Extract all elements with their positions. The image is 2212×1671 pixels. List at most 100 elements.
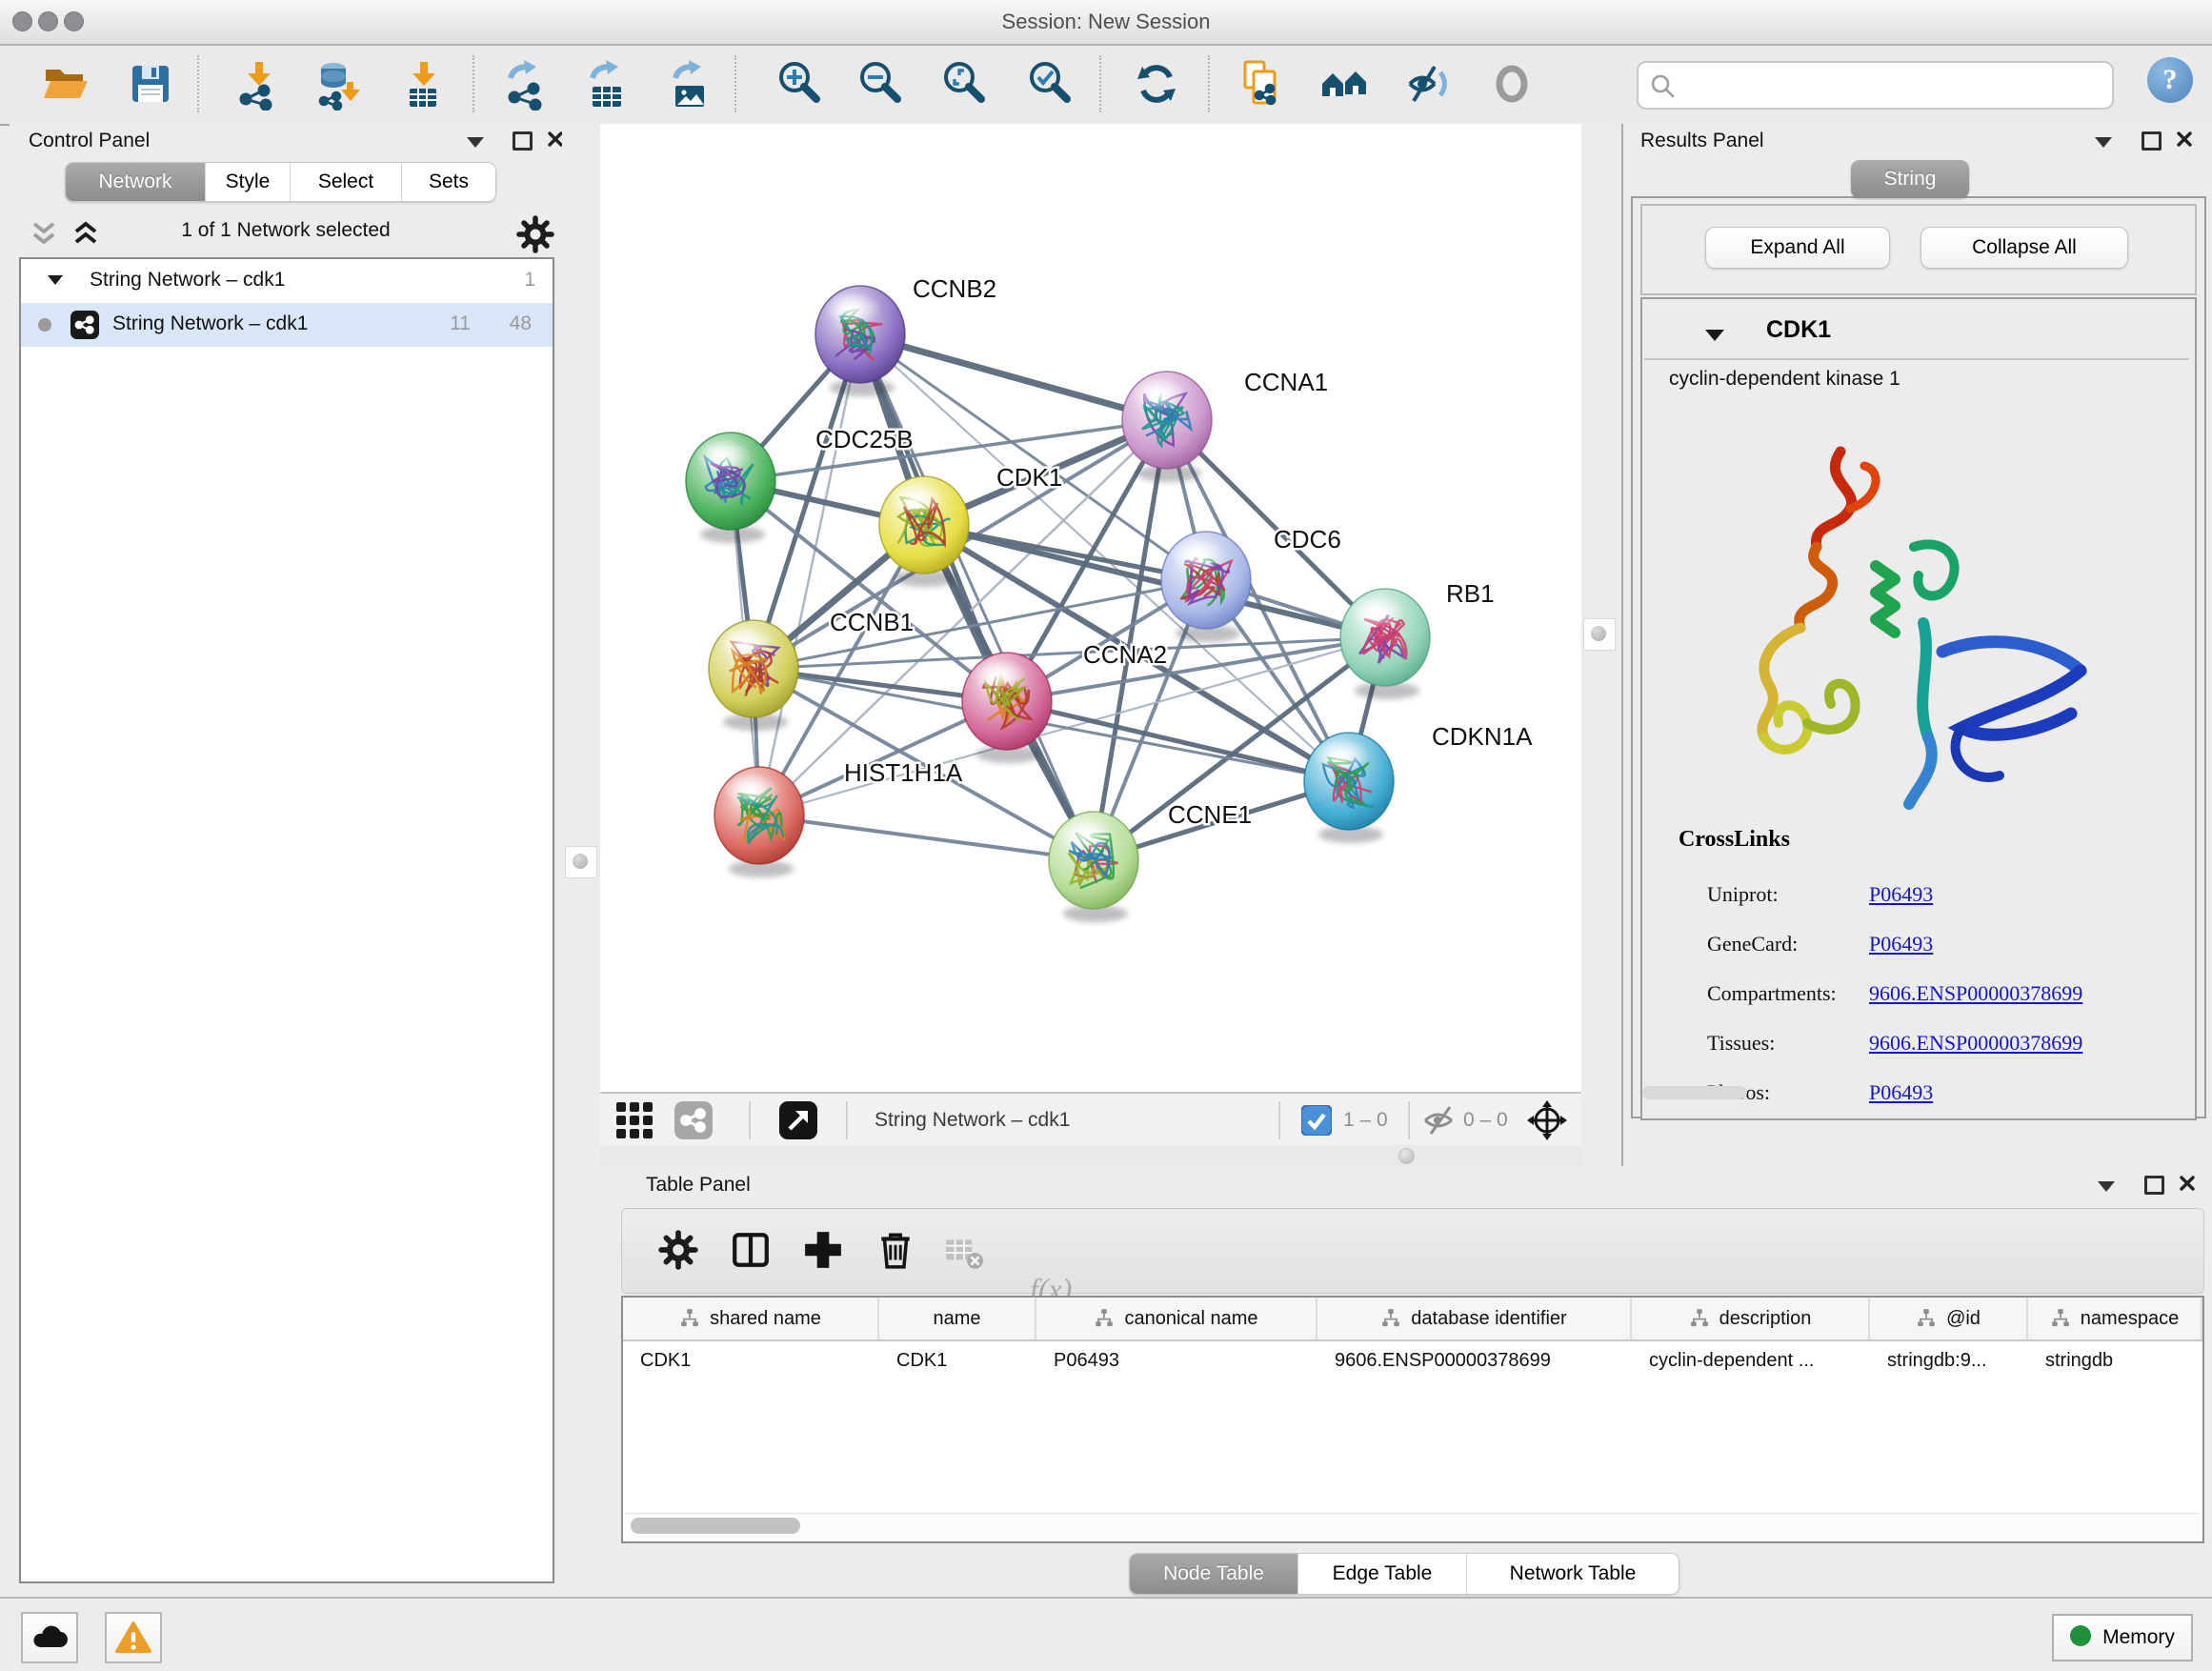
cloud-status-button[interactable]: [21, 1612, 78, 1663]
column-header-name[interactable]: name: [879, 1298, 1036, 1339]
float-panel-icon[interactable]: [2142, 131, 2162, 151]
delete-column-button[interactable]: [875, 1230, 915, 1270]
create-column-button[interactable]: [803, 1230, 843, 1270]
zoom-selected-button[interactable]: [1025, 57, 1078, 111]
horizontal-splitter[interactable]: [600, 1145, 1581, 1166]
export-image-icon: [664, 57, 717, 111]
gear-icon[interactable]: [516, 215, 554, 253]
export-network-button[interactable]: [499, 57, 553, 111]
crosslink-link[interactable]: 9606.ENSP00000378699: [1869, 1031, 2082, 1056]
network-node-CCNB1[interactable]: [709, 620, 798, 731]
section-title[interactable]: CDK1: [1766, 316, 1831, 344]
table-panel-title: Table Panel: [646, 1174, 751, 1197]
crosslink-row: Uniprot:P06493: [1623, 882, 2176, 920]
column-header--id[interactable]: @id: [1870, 1298, 2028, 1339]
network-edge[interactable]: [759, 334, 860, 815]
export-table-button[interactable]: [581, 57, 634, 111]
float-panel-icon[interactable]: [2144, 1176, 2164, 1195]
network-node-CDKN1A[interactable]: [1304, 733, 1394, 843]
column-header-database-identifier[interactable]: database identifier: [1317, 1298, 1632, 1339]
first-neighbors-button[interactable]: [1318, 57, 1372, 111]
table-settings-button[interactable]: [658, 1230, 698, 1270]
tab-node-table[interactable]: Node Table: [1130, 1554, 1298, 1594]
expand-caret-icon[interactable]: [48, 275, 63, 285]
network-graph[interactable]: CCNB2CCNA1CDC25BCDK1CDC6RB1CCNB1CCNA2CDK…: [600, 124, 1581, 1092]
close-panel-icon[interactable]: [2179, 1175, 2196, 1192]
left-splitter[interactable]: [562, 124, 600, 1583]
float-panel-icon[interactable]: [513, 131, 533, 151]
hidden-eye-icon[interactable]: [1421, 1105, 1458, 1136]
crosslink-row: GeneCard:P06493: [1623, 932, 2176, 970]
column-header-canonical-name[interactable]: canonical name: [1036, 1298, 1317, 1339]
scrollbar-thumb[interactable]: [631, 1518, 800, 1534]
crosslink-link[interactable]: P06493: [1869, 882, 1933, 907]
left-splitter-handle[interactable]: [565, 846, 597, 878]
network-node-CCNE1[interactable]: [1049, 812, 1138, 922]
network-node-CDC25B[interactable]: [686, 433, 775, 543]
network-overview-button[interactable]: [674, 1101, 713, 1139]
tab-network[interactable]: Network: [66, 163, 206, 201]
zoom-in-button[interactable]: [774, 57, 828, 111]
warnings-button[interactable]: [105, 1612, 162, 1663]
right-splitter-handle[interactable]: [1583, 618, 1616, 651]
grid-view-button[interactable]: [615, 1101, 654, 1139]
panel-menu-caret-icon[interactable]: [2095, 137, 2112, 148]
node-label-CDKN1A: CDKN1A: [1432, 722, 1533, 751]
detach-view-button[interactable]: [779, 1101, 817, 1139]
open-session-button[interactable]: [38, 57, 91, 111]
network-canvas[interactable]: CCNB2CCNA1CDC25BCDK1CDC6RB1CCNB1CCNA2CDK…: [600, 124, 1581, 1092]
tab-string[interactable]: String: [1851, 160, 1969, 198]
collapse-all-button[interactable]: Collapse All: [1920, 227, 2128, 269]
refresh-view-button[interactable]: [1130, 57, 1183, 111]
import-network-file-button[interactable]: [232, 57, 286, 111]
panel-menu-caret-icon[interactable]: [2098, 1181, 2115, 1192]
column-header-shared-name[interactable]: shared name: [623, 1298, 879, 1339]
table-horizontal-scrollbar[interactable]: [625, 1513, 2201, 1539]
column-header-namespace[interactable]: namespace: [2028, 1298, 2202, 1339]
column-header-description[interactable]: description: [1632, 1298, 1870, 1339]
panel-menu-caret-icon[interactable]: [467, 137, 484, 148]
selected-checkbox-icon[interactable]: [1301, 1105, 1332, 1136]
node-count: 11: [450, 312, 471, 335]
tab-style[interactable]: Style: [206, 163, 291, 201]
network-edge[interactable]: [1007, 701, 1349, 781]
network-row[interactable]: String Network – cdk1 11 48: [21, 303, 553, 347]
import-table-file-button[interactable]: [397, 57, 451, 111]
crosslink-link[interactable]: P06493: [1869, 1080, 1933, 1105]
show-columns-button[interactable]: [731, 1230, 771, 1270]
show-all-button[interactable]: [1486, 57, 1539, 111]
network-node-RB1[interactable]: [1340, 589, 1430, 699]
tab-select[interactable]: Select: [291, 163, 402, 201]
pan-mode-button[interactable]: [1526, 1099, 1568, 1141]
hide-selected-button[interactable]: [1402, 57, 1456, 111]
table-row[interactable]: CDK1CDK1P064939606.ENSP00000378699cyclin…: [623, 1341, 2202, 1379]
expand-all-button[interactable]: Expand All: [1705, 227, 1890, 269]
network-edge[interactable]: [759, 815, 1094, 860]
export-image-button[interactable]: [664, 57, 717, 111]
crosslink-link[interactable]: 9606.ENSP00000378699: [1869, 981, 2082, 1006]
network-node-CCNA1[interactable]: [1122, 372, 1212, 482]
import-network-database-button[interactable]: [312, 57, 366, 111]
tab-edge-table[interactable]: Edge Table: [1298, 1554, 1467, 1594]
network-collection-row[interactable]: String Network – cdk1 1: [21, 259, 553, 303]
tab-sets[interactable]: Sets: [402, 163, 495, 201]
delete-table-button[interactable]: [944, 1232, 984, 1272]
close-panel-icon[interactable]: [2176, 131, 2193, 148]
results-scrollbar-thumb[interactable]: [1642, 1086, 1747, 1099]
save-session-button[interactable]: [124, 57, 177, 111]
zoom-out-button[interactable]: [855, 57, 909, 111]
right-splitter[interactable]: [1581, 124, 1621, 1166]
tab-network-table[interactable]: Network Table: [1467, 1554, 1679, 1594]
network-node-HIST1H1A[interactable]: [714, 767, 804, 877]
network-edge[interactable]: [759, 420, 1167, 815]
new-network-from-selection-button[interactable]: [1234, 57, 1287, 111]
crosslink-link[interactable]: P06493: [1869, 932, 1933, 956]
memory-button[interactable]: Memory: [2052, 1614, 2193, 1661]
help-button[interactable]: ?: [2147, 57, 2193, 103]
zoom-fit-button[interactable]: [939, 57, 993, 111]
crosslink-row: Tissues:9606.ENSP00000378699: [1623, 1031, 2176, 1069]
node-label-CCNA2: CCNA2: [1083, 640, 1167, 669]
network-node-CCNB2[interactable]: [815, 286, 905, 396]
section-caret-icon[interactable]: [1705, 330, 1724, 341]
search-input[interactable]: [1682, 66, 2103, 104]
